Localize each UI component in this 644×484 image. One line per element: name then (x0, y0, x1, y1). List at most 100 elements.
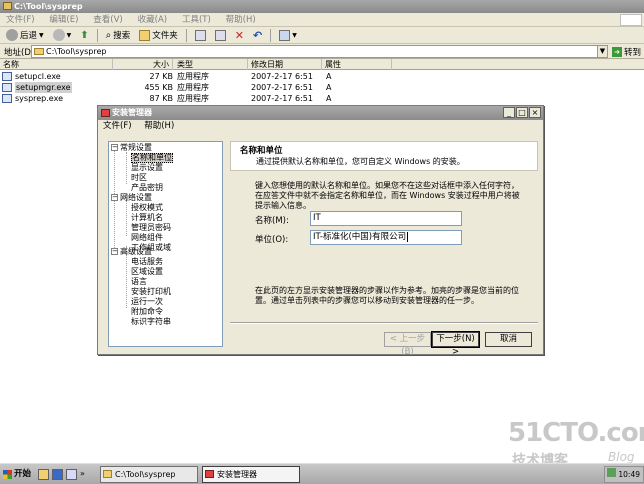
minimize-button[interactable]: _ (503, 107, 515, 118)
start-button[interactable]: 开始 (2, 467, 34, 482)
tree-item-product-key[interactable]: 产品密钥 (131, 183, 163, 193)
search-icon: ⌕ (105, 29, 112, 41)
menu-view[interactable]: 查看(V) (87, 13, 128, 27)
exe-file-icon (2, 83, 12, 92)
menu-help[interactable]: 帮助(H) (139, 120, 179, 133)
chevron-down-icon: ▼ (292, 31, 297, 39)
file-size: 27 KB (149, 72, 173, 81)
folder-icon (139, 29, 151, 41)
tree-item-run-once[interactable]: 运行一次 (131, 297, 163, 307)
cancel-button[interactable]: 取消 (485, 332, 532, 347)
toolbar-separator (270, 28, 272, 42)
menu-file[interactable]: 文件(F) (98, 120, 137, 133)
menu-favorites[interactable]: 收藏(A) (132, 13, 173, 27)
file-row[interactable]: setupcl.exe 27 KB 应用程序 2007-2-17 6:51 A (0, 71, 400, 82)
collapse-toggle[interactable]: − (111, 248, 118, 255)
explorer-title: C:\Tool\sysprep (14, 2, 83, 11)
menu-edit[interactable]: 编辑(E) (43, 13, 84, 27)
file-type: 应用程序 (177, 94, 209, 103)
tree-item-network[interactable]: 网络设置 (120, 193, 152, 203)
undo-icon: ↶ (253, 28, 263, 42)
close-icon: × (531, 108, 539, 117)
address-input[interactable]: C:\Tool\sysprep (31, 45, 598, 58)
tree-item-display[interactable]: 显示设置 (131, 163, 163, 173)
column-name[interactable]: 名称 (3, 59, 113, 70)
undo-button[interactable]: ↶ (250, 28, 265, 43)
org-value: IT-标准化(中国)有限公司 (313, 232, 407, 242)
tree-item-printers[interactable]: 安装打印机 (131, 287, 171, 297)
name-label: 名称(M): (255, 216, 289, 226)
move-to-icon (194, 29, 206, 41)
move-to-button[interactable] (192, 28, 209, 43)
file-modified: 2007-2-17 6:51 (251, 72, 313, 81)
tree-item-general[interactable]: 常规设置 (120, 143, 152, 153)
copy-to-button[interactable] (212, 28, 229, 43)
tree-item-additional-commands[interactable]: 附加命令 (131, 307, 163, 317)
footer-divider (230, 322, 538, 324)
delete-button[interactable]: ✕ (232, 28, 247, 43)
setup-manager-window: 安装管理器 _ □ × 文件(F) 帮助(H) − 常规设置 名称和单位 显示设… (97, 105, 544, 357)
file-row[interactable]: sysprep.exe 87 KB 应用程序 2007-2-17 6:51 A (0, 93, 400, 104)
column-size[interactable]: 大小 (113, 59, 173, 70)
tree-item-network-components[interactable]: 网络组件 (131, 233, 163, 243)
quicklaunch-chevron-icon[interactable]: » (80, 469, 85, 478)
name-value: IT (313, 213, 321, 223)
setup-manager-icon (101, 109, 110, 117)
address-dropdown-button[interactable]: ▼ (597, 45, 608, 58)
setup-manager-icon (205, 470, 214, 478)
system-tray: 10:49 (604, 466, 644, 483)
go-button[interactable]: ➜ 转到 (612, 46, 641, 58)
org-input[interactable]: IT-标准化(中国)有限公司 (310, 230, 462, 245)
quicklaunch-vs-icon[interactable] (66, 469, 77, 480)
views-button[interactable]: ▼ (276, 28, 300, 43)
collapse-toggle[interactable]: − (111, 144, 118, 151)
task-explorer[interactable]: C:\Tool\sysprep (100, 466, 198, 483)
name-input[interactable]: IT (310, 211, 462, 226)
tree-item-advanced[interactable]: 高级设置 (120, 247, 152, 257)
tray-network-icon[interactable] (607, 468, 616, 477)
close-button[interactable]: × (529, 107, 541, 118)
tree-item-id-string[interactable]: 标识字符串 (131, 317, 171, 327)
search-label: 搜索 (113, 31, 131, 41)
task-setup-manager-label: 安装管理器 (217, 470, 257, 479)
column-attributes[interactable]: 属性 (322, 59, 392, 70)
tree-item-admin-password[interactable]: 管理员密码 (131, 223, 171, 233)
forward-button[interactable]: ▼ (50, 28, 75, 43)
search-button[interactable]: ⌕ 搜索 (103, 28, 134, 43)
maximize-button[interactable]: □ (516, 107, 528, 118)
up-folder-button[interactable]: ⬆ (77, 28, 91, 43)
next-button[interactable]: 下一步(N) > (431, 331, 480, 357)
back-arrow-icon (6, 29, 18, 41)
toolbar-separator (185, 28, 187, 42)
go-arrow-icon: ➜ (612, 47, 622, 57)
file-name: setupmgr.exe (15, 82, 72, 93)
menu-help[interactable]: 帮助(H) (220, 13, 262, 27)
views-icon (279, 29, 291, 41)
file-row[interactable]: setupmgr.exe 455 KB 应用程序 2007-2-17 6:51 … (0, 82, 400, 93)
exe-file-icon (2, 72, 12, 81)
tree-item-regional[interactable]: 区域设置 (131, 267, 163, 277)
back-button[interactable]: 后退 ▼ (3, 28, 47, 43)
back-button[interactable]: < 上一步(B) (384, 332, 431, 357)
column-type[interactable]: 类型 (174, 59, 248, 70)
column-modified[interactable]: 修改日期 (248, 59, 322, 70)
quicklaunch-ie-icon[interactable] (52, 469, 63, 480)
tree-item-license-mode[interactable]: 授权模式 (131, 203, 163, 213)
task-setup-manager[interactable]: 安装管理器 (202, 466, 300, 483)
tree-item-computer-name[interactable]: 计算机名 (131, 213, 163, 223)
clock: 10:49 (618, 470, 640, 479)
tree-item-telephony[interactable]: 电话服务 (131, 257, 163, 267)
toolbar-separator (96, 28, 98, 42)
folders-button[interactable]: 文件夹 (136, 28, 181, 43)
tree-item-name-org[interactable]: 名称和单位 (131, 153, 173, 163)
explorer-menubar: 文件(F) 编辑(E) 查看(V) 收藏(A) 工具(T) 帮助(H) (0, 13, 644, 27)
tree-item-timezone[interactable]: 时区 (131, 173, 147, 183)
collapse-toggle[interactable]: − (111, 194, 118, 201)
menu-tools[interactable]: 工具(T) (176, 13, 217, 27)
quicklaunch-explorer-icon[interactable] (38, 469, 49, 480)
folder-icon (34, 48, 44, 55)
menu-file[interactable]: 文件(F) (0, 13, 41, 27)
step-subheading: 通过提供默认名称和单位，您可自定义 Windows 的安装。 (256, 157, 465, 166)
step-heading: 名称和单位 (240, 146, 283, 156)
tree-item-languages[interactable]: 语言 (131, 277, 147, 287)
